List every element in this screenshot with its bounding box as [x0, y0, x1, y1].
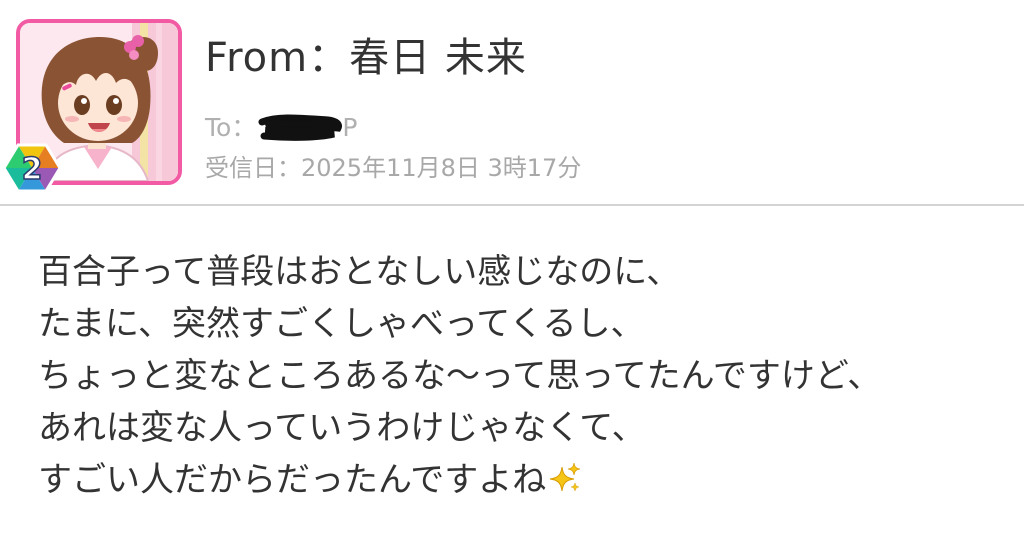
received-datetime: 2025年11月8日 3時17分	[301, 154, 582, 182]
header-divider	[0, 204, 1024, 206]
message-line-3: ちょっと変なところあるな～って思ってたんですけど、	[38, 356, 882, 396]
sender-name: 春日 未来	[349, 35, 527, 81]
from-label: From：	[205, 35, 350, 81]
mail-header: 2 From：春日 未来 To： P 受信日：2025年11月8日 3時17分	[0, 0, 1024, 204]
received-label: 受信日：	[205, 154, 301, 182]
message-line-4: あれは変な人っていうわけじゃなくて、	[38, 408, 646, 448]
message-line-1: 百合子って普段はおとなしい感じなのに、	[38, 252, 681, 292]
to-label: To：	[205, 113, 257, 142]
rank-number: 2	[22, 152, 43, 187]
recipient-line: To： P	[205, 110, 357, 146]
message-line-2: たまに、突然すごくしゃべってくるし、	[38, 304, 645, 344]
received-date-line: 受信日：2025年11月8日 3時17分	[205, 150, 581, 186]
to-suffix: P	[342, 113, 358, 142]
sender-line: From：春日 未来	[205, 32, 527, 84]
message-body: 百合子って普段はおとなしい感じなのに、 たまに、突然すごくしゃべってくるし、 ち…	[38, 246, 1014, 506]
message-line-5: すごい人だからだったんですよね	[38, 460, 547, 500]
message-line-5-row: すごい人だからだったんですよね	[38, 454, 1014, 506]
mail-view: 2 From：春日 未来 To： P 受信日：2025年11月8日 3時17分 …	[0, 0, 1024, 535]
redaction-scribble	[258, 112, 343, 142]
sparkles-icon	[548, 461, 582, 495]
rank-badge-icon: 2	[3, 142, 61, 194]
